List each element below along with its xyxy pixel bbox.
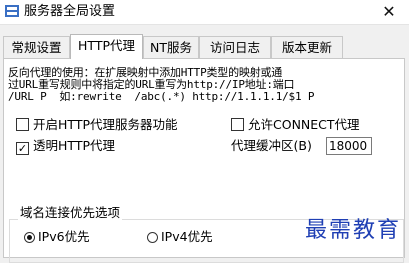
tab-general[interactable]: 常规设置	[3, 36, 70, 58]
ipv6-first-radio[interactable]: IPv6优先	[24, 229, 90, 245]
allow-connect-checkbox[interactable]: 允许CONNECT代理	[231, 117, 360, 133]
tab-bar: 常规设置 HTTP代理 NT服务 访问日志 版本更新	[3, 34, 407, 59]
checkbox-box[interactable]	[231, 118, 244, 131]
tab-nt-service[interactable]: NT服务	[143, 36, 199, 58]
enable-proxy-server-label: 开启HTTP代理服务器功能	[33, 117, 178, 132]
tab-http-proxy[interactable]: HTTP代理	[70, 34, 143, 59]
cache-size-label: 代理缓冲区(B)	[231, 138, 312, 153]
ipv6-first-label: IPv6优先	[38, 229, 90, 244]
title-bar: 服务器全局设置 ✕	[0, 0, 409, 25]
dns-priority-group-label: 域名连接优先选项	[18, 205, 123, 221]
tab-version-update[interactable]: 版本更新	[271, 36, 343, 58]
ipv4-first-label: IPv4优先	[161, 229, 213, 244]
transparent-proxy-checkbox[interactable]: ✓ 透明HTTP代理	[16, 138, 115, 155]
tab-access-log[interactable]: 访问日志	[199, 36, 271, 58]
transparent-proxy-label: 透明HTTP代理	[33, 138, 115, 153]
cache-size-input[interactable]	[326, 137, 372, 155]
checkmark-icon[interactable]: ✓	[16, 142, 29, 155]
radio-selected-icon[interactable]	[24, 232, 35, 243]
ipv4-first-radio[interactable]: IPv4优先	[147, 229, 213, 245]
proxy-description: 反向代理的使用：在扩展映射中添加HTTP类型的映射或通 过URL重写规则中将指定的…	[8, 67, 402, 103]
checkbox-box[interactable]	[16, 118, 29, 131]
close-button[interactable]: ✕	[369, 0, 409, 24]
allow-connect-label: 允许CONNECT代理	[248, 117, 360, 132]
radio-unselected-icon[interactable]	[147, 232, 158, 243]
watermark-text: 最需教育	[304, 218, 401, 243]
window-title: 服务器全局设置	[24, 4, 116, 19]
enable-proxy-server-checkbox[interactable]: 开启HTTP代理服务器功能	[16, 117, 178, 133]
app-icon	[5, 5, 19, 17]
description-line: /URL P 如:rewrite /abc(.*) http://1.1.1.1…	[8, 90, 315, 103]
